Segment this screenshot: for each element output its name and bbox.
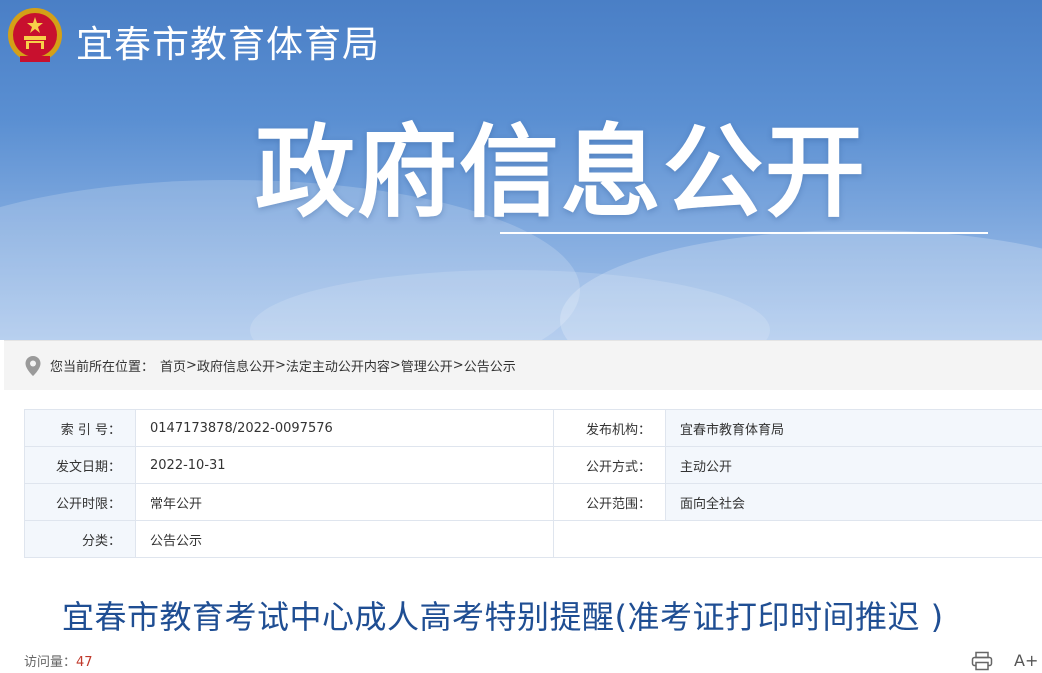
view-count-label: 访问量： [24,655,77,670]
meta-row: 公开时限： 常年公开 公开范围： 面向全社会 [24,483,1042,521]
site-name[interactable]: 宜春市教育体育局 [76,14,380,68]
document-meta-table: 索 引 号： 0147173878/2022-0097576 发布机构： 宜春市… [24,409,1042,558]
banner-underline [500,232,988,234]
breadcrumb-prefix: 您当前所在位置： [50,360,155,375]
meta-value-category: 公告公示 [135,520,554,558]
meta-value-period: 常年公开 [135,483,554,521]
breadcrumb-home[interactable]: 首页 [160,356,186,375]
header-banner: 宜春市教育体育局 政府信息公开 [0,0,1042,340]
meta-label-category: 分类： [24,520,136,558]
meta-value-index: 0147173878/2022-0097576 [135,409,554,447]
breadcrumb-separator: > [274,358,286,373]
location-pin-icon [25,355,41,376]
breadcrumb-management[interactable]: 管理公开 [401,356,453,375]
meta-row: 索 引 号： 0147173878/2022-0097576 发布机构： 宜春市… [24,409,1042,447]
meta-label-index: 索 引 号： [24,409,136,447]
breadcrumb-separator: > [186,358,197,373]
meta-row: 分类： 公告公示 [24,520,1042,558]
meta-empty-cell [553,520,1042,558]
meta-row: 发文日期： 2022-10-31 公开方式： 主动公开 [24,446,1042,484]
breadcrumb: 您当前所在位置： 首页 > 政府信息公开 > 法定主动公开内容 > 管理公开 >… [4,340,1042,390]
banner-title: 政府信息公开 [255,114,867,231]
meta-label-method: 公开方式： [553,446,666,484]
national-emblem-icon [8,8,62,62]
breadcrumb-separator: > [452,358,464,373]
view-count-value: 47 [76,655,93,670]
meta-value-scope: 面向全社会 [665,483,1042,521]
view-count: 访问量：47 [24,651,93,670]
breadcrumb-separator: > [389,358,401,373]
meta-label-date: 发文日期： [24,446,136,484]
meta-value-method: 主动公开 [665,446,1042,484]
meta-label-scope: 公开范围： [553,483,666,521]
meta-value-date: 2022-10-31 [135,446,554,484]
breadcrumb-statutory-content[interactable]: 法定主动公开内容 [286,356,390,375]
font-size-icon[interactable]: A+ [1014,651,1038,670]
breadcrumb-announcements[interactable]: 公告公示 [464,356,516,375]
meta-value-publisher: 宜春市教育体育局 [665,409,1042,447]
breadcrumb-gov-info[interactable]: 政府信息公开 [197,356,275,375]
meta-label-publisher: 发布机构： [553,409,666,447]
print-icon[interactable] [971,651,993,671]
article-title: 宜春市教育考试中心成人高考特别提醒(准考证打印时间推迟 ) [62,598,944,636]
meta-label-period: 公开时限： [24,483,136,521]
